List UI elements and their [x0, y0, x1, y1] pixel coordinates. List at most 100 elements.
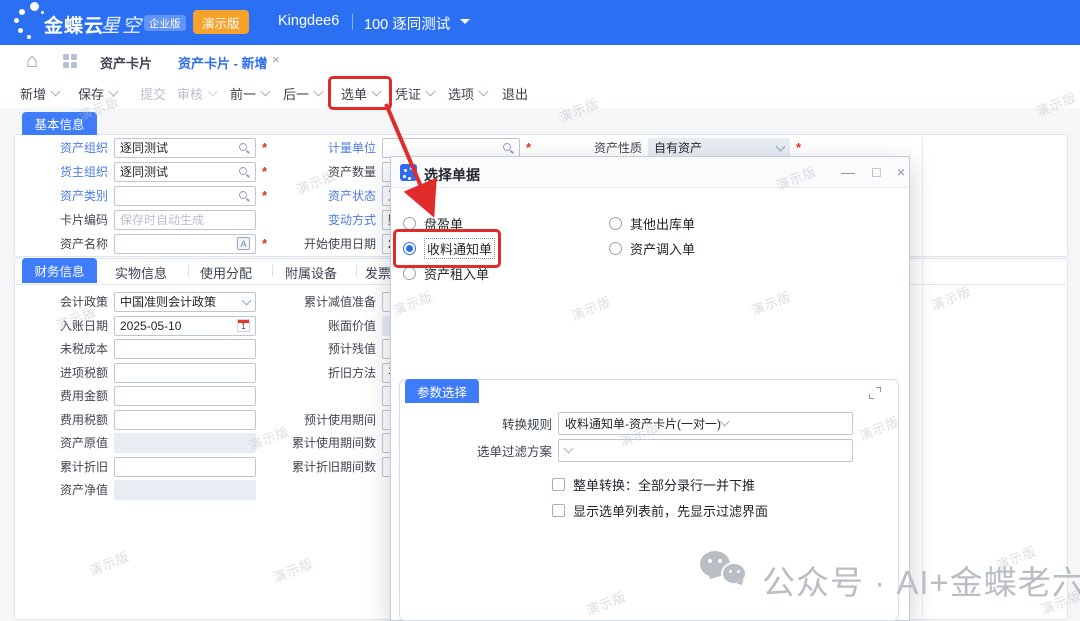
edition-badge: 企业版 — [144, 15, 186, 31]
checkbox-icon[interactable] — [552, 478, 565, 491]
tab-invoice[interactable]: 发票 — [365, 263, 391, 282]
asset-org-input[interactable]: 逐同测试 — [114, 138, 256, 158]
home-icon[interactable]: ⌂ — [26, 49, 38, 73]
chevron-down-icon[interactable] — [261, 87, 271, 97]
org-dropdown-caret-icon[interactable] — [460, 19, 470, 29]
radio-row-inventory-gain[interactable]: 盘盈单 — [403, 215, 463, 231]
field-unit: 计量单位 — [270, 137, 531, 158]
document-tabbar: ⌂ 资产卡片 资产卡片 - 新增 × — [0, 45, 1080, 78]
radio-row-receiving-notice[interactable]: 收料通知单 — [403, 240, 495, 256]
field-untaxed-cost: 未税成本 — [8, 338, 256, 359]
dialog-title: 选择单据 — [424, 165, 480, 185]
field-conversion-rule: 转换规则 收料通知单-资产卡片(一对一) — [391, 411, 853, 435]
tab-asset-card-new[interactable]: 资产卡片 - 新增 — [178, 53, 268, 72]
toolbar-new-button[interactable]: 新增 — [20, 84, 59, 102]
field-accumulated-depreciation: 累计折旧 — [8, 456, 256, 477]
tab-physical-info[interactable]: 实物信息 — [115, 263, 167, 282]
organization-selector[interactable]: 100 逐同测试 — [364, 13, 450, 34]
checkbox-row-whole-bill[interactable]: 整单转换：全部分录行一并下推 — [552, 472, 755, 496]
search-icon[interactable] — [239, 190, 250, 202]
kingdee-dialog-icon — [400, 164, 417, 181]
field-input-tax: 进项税额 — [8, 362, 256, 383]
search-icon[interactable] — [239, 166, 250, 178]
radio-icon[interactable] — [609, 217, 622, 230]
radio-icon[interactable] — [609, 242, 622, 255]
conversion-rule-select[interactable]: 收料通知单-资产卡片(一对一) — [558, 412, 853, 435]
search-icon[interactable] — [503, 142, 514, 154]
section-tab-parameters[interactable]: 参数选择 — [405, 379, 479, 403]
chevron-down-icon[interactable] — [242, 295, 252, 305]
unit-input[interactable] — [382, 138, 520, 158]
radio-icon[interactable] — [403, 267, 416, 280]
expand-icon[interactable] — [869, 387, 881, 399]
toolbar-save-button[interactable]: 保存 — [78, 84, 117, 102]
tab-attached-equipment[interactable]: 附属设备 — [285, 263, 337, 282]
toolbar-submit-button: 提交 — [140, 84, 166, 102]
chevron-down-icon[interactable] — [51, 87, 61, 97]
asset-name-input[interactable] — [114, 234, 256, 254]
radio-row-asset-transfer-in[interactable]: 资产调入单 — [609, 240, 695, 256]
chevron-down-icon[interactable] — [314, 87, 324, 97]
brand-name-secondary: 星空 — [101, 11, 143, 38]
toolbar-options-button[interactable]: 选项 — [448, 84, 487, 102]
chevron-down-icon[interactable] — [109, 87, 119, 97]
net-value-field — [114, 480, 256, 500]
radio-icon[interactable] — [403, 217, 416, 230]
kingdee-app-window: 金蝶云 星空 企业版 演示版 Kingdee6 100 逐同测试 ⌂ 资产卡片 … — [0, 0, 1080, 621]
chevron-down-icon[interactable] — [720, 417, 730, 427]
toolbar-select-bill-button[interactable]: 选单 — [341, 84, 380, 102]
toolbar-next-button[interactable]: 后一 — [283, 84, 322, 102]
chevron-down-icon[interactable] — [479, 87, 489, 97]
filter-scheme-select[interactable] — [558, 439, 853, 462]
field-asset-nature: 资产性质 自有资产 — [558, 137, 801, 158]
required-marker — [262, 236, 267, 251]
minimize-icon[interactable]: — — [841, 163, 855, 181]
expense-tax-input[interactable] — [114, 410, 256, 430]
booking-date-input[interactable]: 2025-05-10 — [114, 316, 256, 336]
text-edit-icon[interactable] — [237, 237, 250, 250]
card-number-input[interactable]: 保存时自动生成 — [114, 210, 256, 230]
radio-row-other-outbound[interactable]: 其他出库单 — [609, 215, 695, 231]
tab-asset-card-list[interactable]: 资产卡片 — [100, 53, 152, 72]
close-icon[interactable]: × — [897, 163, 905, 181]
field-booking-date: 入账日期 2025-05-10 — [8, 315, 256, 336]
accounting-policy-select[interactable]: 中国准则会计政策 — [114, 292, 256, 312]
channel-watermark: 公众号 · AI+金蝶老六 — [762, 556, 1080, 604]
section-tab-finance-info[interactable]: 财务信息 — [22, 258, 97, 283]
required-marker — [262, 164, 267, 179]
maximize-icon[interactable]: □ — [872, 163, 880, 181]
menu-grid-icon[interactable] — [63, 54, 77, 68]
section-tab-basic-info[interactable]: 基本信息 — [22, 112, 97, 135]
chevron-down-icon[interactable] — [372, 87, 382, 97]
toolbar-voucher-button[interactable]: 凭证 — [395, 84, 434, 102]
accumulated-depreciation-input[interactable] — [114, 457, 256, 477]
asset-nature-select[interactable]: 自有资产 — [648, 138, 790, 158]
tab-usage-allocation[interactable]: 使用分配 — [200, 263, 252, 282]
checkbox-row-show-filter-first[interactable]: 显示选单列表前，先显示过滤界面 — [552, 498, 768, 522]
chevron-down-icon — [208, 87, 218, 97]
input-tax-input[interactable] — [114, 363, 256, 383]
radio-selected-icon[interactable] — [403, 242, 416, 255]
search-icon[interactable] — [239, 142, 250, 154]
chevron-down-icon[interactable] — [776, 141, 786, 151]
radio-row-asset-lease-in[interactable]: 资产租入单 — [403, 265, 489, 281]
checkbox-icon[interactable] — [552, 504, 565, 517]
calendar-icon[interactable] — [237, 319, 250, 332]
asset-category-input[interactable] — [114, 186, 256, 206]
field-asset-category: 资产类别 — [8, 185, 267, 206]
account-name[interactable]: Kingdee6 — [278, 13, 339, 29]
field-filter-scheme: 选单过滤方案 — [391, 438, 853, 462]
untaxed-cost-input[interactable] — [114, 339, 256, 359]
tab-close-icon[interactable]: × — [272, 52, 280, 67]
demo-version-badge[interactable]: 演示版 — [193, 10, 249, 34]
chevron-down-icon[interactable] — [426, 87, 436, 97]
field-expense-amount: 费用金额 — [8, 385, 256, 406]
toolbar-previous-button[interactable]: 前一 — [230, 84, 269, 102]
toolbar-exit-button[interactable]: 退出 — [502, 84, 528, 102]
owner-org-input[interactable]: 逐同测试 — [114, 162, 256, 182]
toolbar: 新增 保存 提交 审核 前一 后一 选单 凭证 选项 退出 — [0, 78, 1080, 108]
field-owner-org: 货主组织 逐同测试 — [8, 161, 267, 182]
expense-amount-input[interactable] — [114, 386, 256, 406]
chevron-down-icon[interactable] — [564, 444, 574, 454]
dialog-titlebar[interactable]: 选择单据 — □ × — [391, 157, 909, 188]
